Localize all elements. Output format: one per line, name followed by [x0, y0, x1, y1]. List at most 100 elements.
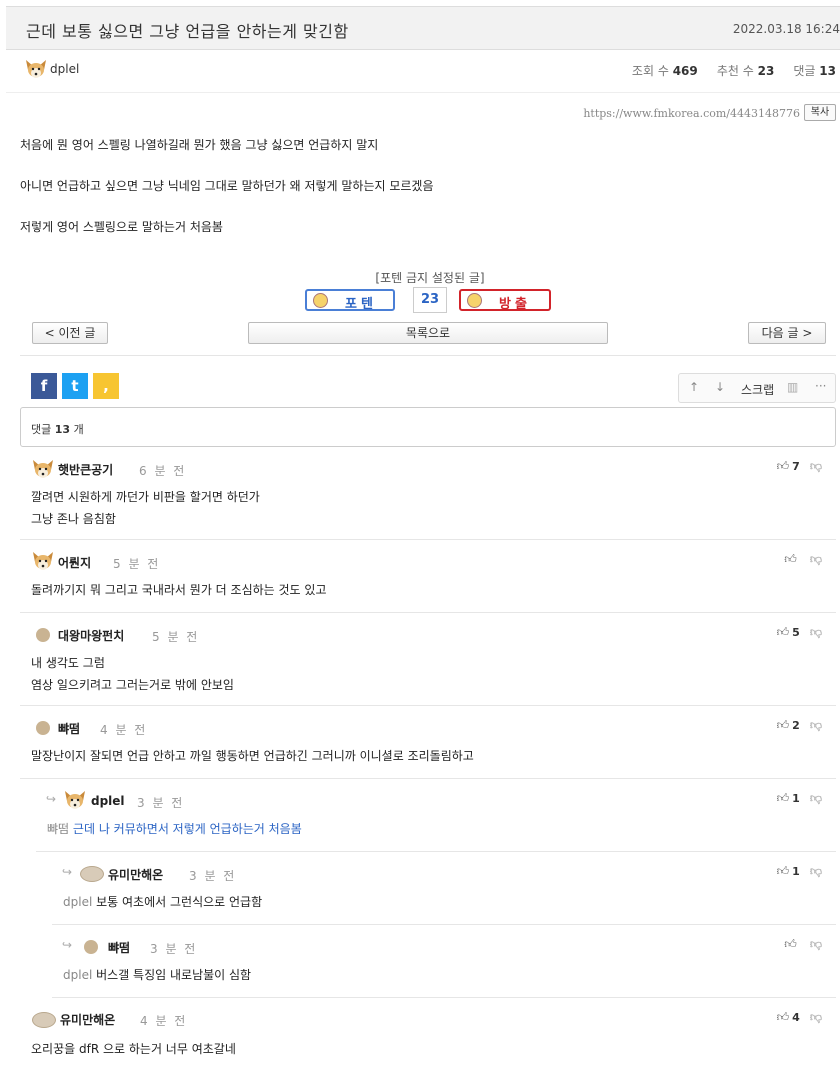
- comment-author[interactable]: 유미만해온: [60, 1011, 115, 1028]
- facebook-share-icon[interactable]: f: [31, 373, 57, 399]
- comment-vote-count: 7: [792, 460, 800, 473]
- reply-arrow-icon: ↪: [62, 938, 73, 952]
- pug-avatar-icon: [32, 1012, 56, 1028]
- stats-icon[interactable]: ▥: [787, 380, 798, 394]
- angry-face-icon: [467, 293, 482, 308]
- comment-author[interactable]: 유미만해온: [108, 866, 163, 883]
- thumbs-face-icon: [313, 293, 328, 308]
- comment-time: 3 분 전: [150, 942, 198, 956]
- thumbs-down-icon[interactable]: 👎︎: [810, 937, 822, 952]
- thumbs-down-icon[interactable]: 👎︎: [810, 459, 822, 474]
- comment-time: 5 분 전: [152, 630, 200, 644]
- comment-author[interactable]: 대왕마왕펀치: [58, 627, 124, 644]
- comment-votes[interactable]: 👍︎ 2 👎︎: [777, 718, 822, 733]
- scrap-button[interactable]: 스크랩: [741, 381, 774, 398]
- thumbs-up-icon[interactable]: 👍︎: [784, 552, 797, 567]
- comment-box-label: 댓글: [31, 423, 52, 436]
- comment-author[interactable]: 뺘떰: [58, 720, 80, 737]
- thumbs-down-icon[interactable]: 👎︎: [810, 552, 822, 567]
- comment-vote-count: 1: [792, 865, 800, 878]
- thumbs-down-icon[interactable]: 👎︎: [810, 864, 822, 879]
- comment-votes[interactable]: 👍︎ 5 👎︎: [777, 625, 822, 640]
- comments-label: 댓글: [793, 64, 816, 78]
- comment-author[interactable]: 어뤈지: [58, 554, 91, 571]
- thumbs-up-icon[interactable]: 👍︎: [777, 864, 790, 879]
- comment-vote-count: 1: [792, 792, 800, 805]
- reply-item: ↪ 뺘떰 3 분 전 👍︎ 👎︎ dplel 버스갤 특징임 내로남불이 심함: [52, 925, 836, 998]
- comment-item: 대왕마왕펀치 5 분 전 👍︎ 5 👎︎ 내 생각도 그럼 염상 일으키려고 그러는…: [20, 613, 836, 706]
- comment-text: 내 생각도 그럼: [31, 656, 105, 670]
- views-count: 469: [672, 64, 698, 78]
- reply-item: ↪ 유미만해온 3 분 전 👍︎ 1 👎︎ dplel 보통 여초에서 그런식으로 …: [52, 852, 836, 925]
- comment-author[interactable]: 뺘떰: [108, 939, 130, 956]
- comment-votes[interactable]: 👍︎ 7 👎︎: [777, 459, 822, 474]
- twitter-share-icon[interactable]: t: [62, 373, 88, 399]
- comment-votes[interactable]: 👍︎ 1 👎︎: [777, 791, 822, 806]
- comment-time: 3 분 전: [137, 796, 185, 810]
- fox-avatar-icon: [65, 791, 85, 809]
- thumbs-up-icon[interactable]: 👍︎: [777, 625, 790, 640]
- reply-arrow-icon: ↪: [62, 865, 73, 879]
- thumbs-up-icon[interactable]: 👍︎: [777, 718, 790, 733]
- thumbs-down-icon[interactable]: 👎︎: [810, 1010, 822, 1025]
- reply-mention[interactable]: dplel: [63, 895, 92, 909]
- recommend-count: 23: [757, 64, 775, 78]
- arrow-down-icon[interactable]: ↓: [715, 380, 725, 394]
- upvote-button[interactable]: 포텐: [305, 289, 395, 312]
- post-stats: 조회 수 469 추천 수 23 댓글 13: [632, 62, 836, 79]
- reply-text: 버스갤 특징임 내로남불이 심함: [96, 968, 252, 982]
- comment-text: dplel 버스갤 특징임 내로남불이 심함: [63, 964, 251, 986]
- banned-notice: [포텐 금지 설정된 글]: [375, 271, 485, 285]
- comment-vote-count: 4: [792, 1011, 800, 1024]
- vote-count: 23: [413, 287, 447, 313]
- default-avatar-icon: [36, 628, 50, 642]
- comment-text: 깔려면 시원하게 까던가 비판을 할거면 하던가: [31, 490, 260, 504]
- default-avatar-icon: [84, 940, 98, 954]
- list-button[interactable]: 목록으로: [248, 322, 608, 344]
- comment-time: 3 분 전: [189, 869, 237, 883]
- comment-time: 4 분 전: [100, 723, 148, 737]
- comment-votes[interactable]: 👍︎ 👎︎: [784, 937, 822, 952]
- comment-text: 돌려까기지 뭐 그리고 국내라서 뭔가 더 조심하는 것도 있고: [31, 583, 327, 597]
- comment-time: 4 분 전: [140, 1014, 188, 1028]
- comment-item: 유미만해온 4 분 전 👍︎ 4 👎︎ 오리꿍을 dfR 으로 하는거 너무 여초갈…: [20, 998, 836, 1069]
- reply-item: ↪ dplel 3 분 전 👍︎ 1 👎︎ 뺘떰 근데 나 커뮤하면서 저렇게 언급…: [36, 779, 836, 852]
- comment-votes[interactable]: 👍︎ 👎︎: [784, 552, 822, 567]
- post-body-line: 처음에 뭔 영어 스펠링 나열하길래 뭔가 했음 그냥 싫으면 언급하지 말지: [20, 138, 379, 152]
- reply-mention[interactable]: 뺘떰: [47, 822, 69, 836]
- comment-votes[interactable]: 👍︎ 4 👎︎: [777, 1010, 822, 1025]
- comment-text: 오리꿍을 dfR 으로 하는거 너무 여초갈네: [31, 1042, 236, 1056]
- downvote-label: 방출: [499, 297, 531, 312]
- comment-vote-count: 5: [792, 626, 800, 639]
- downvote-button[interactable]: 방출: [459, 289, 551, 312]
- comment-item: 뺘떰 4 분 전 👍︎ 2 👎︎ 말장난이지 잘되면 언급 안하고 까일 행동하면 …: [20, 706, 836, 779]
- thumbs-up-icon[interactable]: 👍︎: [777, 791, 790, 806]
- reply-text: 근데 나 커뮤하면서 저렇게 언급하는거 처음봄: [72, 822, 302, 836]
- arrow-up-icon[interactable]: ↑: [689, 380, 699, 394]
- next-post-button[interactable]: 다음 글 >: [748, 322, 826, 344]
- reply-mention[interactable]: dplel: [63, 968, 92, 982]
- comment-author[interactable]: 햇반큰공기: [58, 461, 113, 478]
- comment-author[interactable]: dplel: [91, 794, 125, 808]
- comment-count-box: 댓글 13 개: [20, 407, 836, 447]
- post-url[interactable]: https://www.fmkorea.com/4443148776: [583, 107, 800, 120]
- comment-text: dplel 보통 여초에서 그런식으로 언급함: [63, 891, 262, 913]
- comment-item: 햇반큰공기 6 분 전 👍︎ 7 👎︎ 깔려면 시원하게 까던가 비판을 할거면 하…: [20, 448, 836, 540]
- post-author[interactable]: dplel: [50, 62, 79, 76]
- copy-url-button[interactable]: 복사: [804, 104, 836, 121]
- kakao-share-icon[interactable]: ,: [93, 373, 119, 399]
- thumbs-up-icon[interactable]: 👍︎: [777, 459, 790, 474]
- prev-post-button[interactable]: < 이전 글: [32, 322, 108, 344]
- post-body-line: 저렇게 영어 스펠링으로 말하는거 처음봄: [20, 220, 223, 234]
- more-icon[interactable]: ···: [815, 379, 826, 393]
- thumbs-up-icon[interactable]: 👍︎: [777, 1010, 790, 1025]
- thumbs-down-icon[interactable]: 👎︎: [810, 791, 822, 806]
- comment-votes[interactable]: 👍︎ 1 👎︎: [777, 864, 822, 879]
- thumbs-down-icon[interactable]: 👎︎: [810, 718, 822, 733]
- upvote-label: 포텐: [345, 297, 377, 312]
- thumbs-down-icon[interactable]: 👎︎: [810, 625, 822, 640]
- comments-count: 13: [819, 64, 836, 78]
- thumbs-up-icon[interactable]: 👍︎: [784, 937, 797, 952]
- reply-text: 보통 여초에서 그런식으로 언급함: [96, 895, 263, 909]
- comment-item: 어뤈지 5 분 전 👍︎ 👎︎ 돌려까기지 뭐 그리고 국내라서 뭔가 더 조심하…: [20, 540, 836, 613]
